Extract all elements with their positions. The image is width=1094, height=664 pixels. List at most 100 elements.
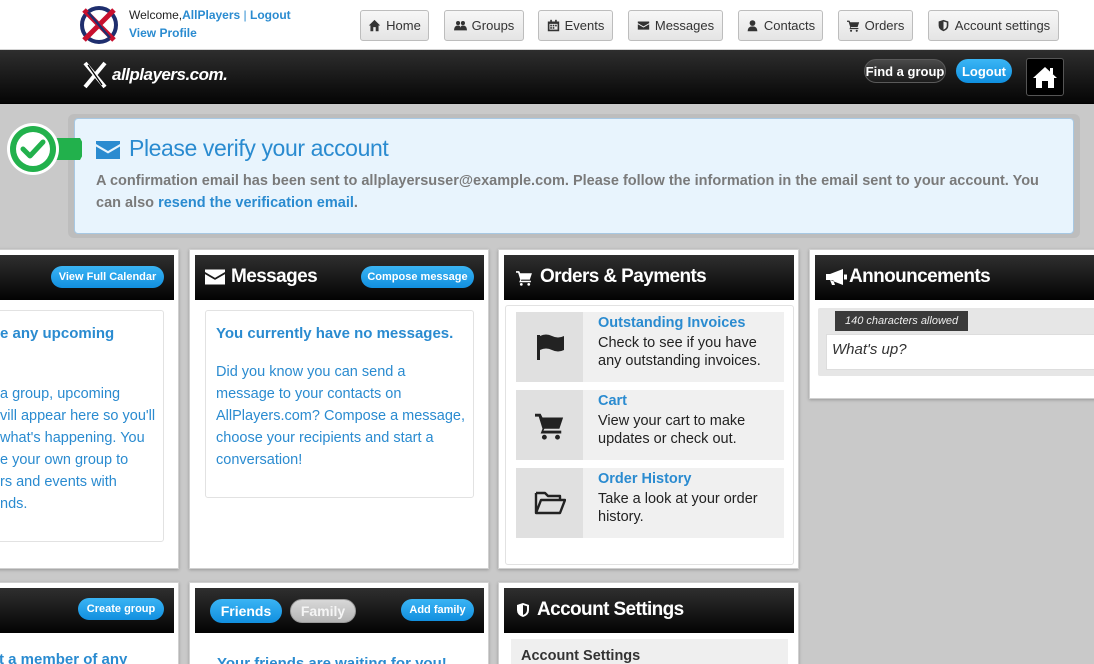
folder-open-icon: [534, 491, 566, 515]
envelope-icon: [96, 141, 120, 159]
friends-panel-header: Friends Family Add family: [195, 588, 484, 633]
envelope-icon: [205, 269, 225, 285]
separator: |: [243, 8, 247, 22]
order-history-link[interactable]: Order History: [598, 471, 691, 487]
nav-groups-label: Groups: [471, 18, 515, 33]
nav-contacts-button[interactable]: Contacts: [738, 10, 823, 41]
nav-groups-button[interactable]: Groups: [444, 10, 524, 41]
brand-logo[interactable]: allplayers.com.: [82, 61, 228, 89]
calendar-panel-body: e any upcoming a group, upcoming vill ap…: [0, 310, 164, 542]
resend-verification-link[interactable]: resend the verification email: [158, 195, 354, 211]
calendar-line-1: a group, upcoming: [0, 386, 121, 402]
nav-account-settings-button[interactable]: Account settings: [928, 10, 1059, 41]
nav-messages-label: Messages: [654, 18, 715, 33]
calendar-link-tail: to: [112, 452, 129, 468]
banner-home-button[interactable]: [1026, 58, 1064, 96]
order-history-row[interactable]: Order History Take a look at your order …: [516, 468, 784, 538]
view-full-calendar-button[interactable]: View Full Calendar: [51, 266, 164, 288]
cart-icon: [516, 270, 532, 286]
account-settings-subheading: Account Settings: [511, 639, 788, 664]
calendar-line-5: rs and events with: [0, 474, 117, 490]
home-icon: [368, 19, 381, 32]
status-input[interactable]: What's up?: [826, 334, 1094, 370]
cart-desc: View your cart to make updates or check …: [598, 413, 746, 447]
flag-icon-box: [516, 312, 583, 382]
create-group-button[interactable]: Create group: [78, 598, 164, 620]
bullhorn-icon: [826, 269, 847, 285]
messages-panel-header: Messages Compose message: [195, 255, 484, 300]
orders-title: Orders & Payments: [515, 266, 707, 288]
calendar-line-6: nds.: [0, 496, 28, 512]
messages-panel-body: You currently have no messages. Did you …: [205, 310, 474, 498]
char-limit-label: 140 characters allowed: [835, 311, 969, 331]
shield-icon: [938, 19, 949, 32]
nav-home-button[interactable]: Home: [360, 10, 429, 41]
calendar-panel-header: View Full Calendar: [0, 255, 174, 300]
calendar-line-3: what's happening. You: [0, 430, 145, 446]
account-settings-panel-header: Account Settings: [504, 588, 794, 633]
cart-row[interactable]: Cart View your cart to make updates or c…: [516, 390, 784, 460]
tab-friends[interactable]: Friends: [210, 599, 282, 623]
announcements-panel-header: Announcements: [815, 255, 1094, 300]
username-link[interactable]: AllPlayers: [182, 8, 240, 22]
nav-contacts-label: Contacts: [763, 18, 816, 33]
friends-panel: Friends Family Add family Your friends a…: [189, 582, 489, 664]
create-own-group-link[interactable]: e your own group: [0, 452, 112, 468]
view-profile-link[interactable]: View Profile: [129, 26, 197, 40]
cart-icon: [534, 413, 563, 440]
brand-banner: allplayers.com. Find a group Logout: [0, 50, 1094, 104]
groups-panel: Create group t a member of any: [0, 582, 179, 664]
messages-body: Did you know you can send a message to y…: [216, 364, 466, 468]
envelope-icon: [637, 21, 650, 30]
messages-title-text: Messages: [231, 266, 318, 287]
calendar-heading: e any upcoming: [0, 325, 115, 342]
messages-title: Messages: [205, 266, 318, 288]
alert-title: Please verify your account: [129, 135, 389, 161]
cart-icon-box: [516, 390, 583, 460]
nav-events-button[interactable]: Events: [538, 10, 613, 41]
account-settings-title: Account Settings: [515, 599, 684, 621]
announcement-composer: 140 characters allowed What's up?: [818, 308, 1094, 376]
welcome-prefix: Welcome,: [129, 8, 183, 22]
folder-icon-box: [516, 468, 583, 538]
tab-family[interactable]: Family: [290, 599, 356, 623]
orders-panel: Orders & Payments Outstanding Invoices C…: [498, 249, 799, 569]
friends-heading: Your friends are waiting for you!: [217, 655, 447, 664]
account-settings-title-text: Account Settings: [537, 599, 684, 620]
shield-icon: [517, 603, 529, 617]
no-messages-heading: You currently have no messages.: [216, 325, 454, 342]
cart-link[interactable]: Cart: [598, 393, 627, 409]
calendar-body: a group, upcoming vill appear here so yo…: [0, 383, 175, 515]
nav-account-settings-label: Account settings: [954, 18, 1051, 33]
outstanding-invoices-desc: Check to see if you have any outstanding…: [598, 335, 761, 369]
banner-logout-button[interactable]: Logout: [956, 59, 1012, 83]
alert-body: A confirmation email has been sent to al…: [96, 170, 1056, 214]
groups-panel-header: Create group: [0, 588, 174, 633]
allplayers-x-icon: [83, 61, 107, 89]
nav-orders-button[interactable]: Orders: [838, 10, 913, 41]
outstanding-invoices-link[interactable]: Outstanding Invoices: [598, 315, 745, 331]
announcements-title-text: Announcements: [849, 266, 991, 287]
alert-body-tail: .: [353, 195, 358, 211]
brand-name: allplayers.com.: [112, 65, 228, 84]
groups-heading: t a member of any: [0, 651, 128, 664]
orders-panel-header: Orders & Payments: [504, 255, 794, 300]
compose-message-button[interactable]: Compose message: [361, 266, 474, 288]
outstanding-invoices-row[interactable]: Outstanding Invoices Check to see if you…: [516, 312, 784, 382]
verify-account-alert: Please verify your account A confirmatio…: [74, 118, 1074, 234]
add-family-button[interactable]: Add family: [401, 599, 474, 621]
welcome-block: Welcome,AllPlayers | Logout View Profile: [129, 6, 291, 42]
nav-messages-button[interactable]: Messages: [628, 10, 723, 41]
nav-events-label: Events: [564, 18, 605, 33]
calendar-icon: [547, 19, 559, 32]
cart-icon: [846, 20, 859, 32]
allplayers-logo-icon[interactable]: [78, 4, 120, 46]
messages-panel: Messages Compose message You currently h…: [189, 249, 489, 569]
logout-link[interactable]: Logout: [250, 8, 291, 22]
order-history-desc: Take a look at your order history.: [598, 491, 758, 525]
orders-title-text: Orders & Payments: [540, 266, 707, 287]
find-group-button[interactable]: Find a group: [864, 59, 946, 83]
orders-panel-body: Outstanding Invoices Check to see if you…: [505, 305, 794, 565]
calendar-line-2: vill appear here so you'll: [0, 408, 156, 424]
top-bar: Welcome,AllPlayers | Logout View Profile…: [0, 0, 1094, 50]
